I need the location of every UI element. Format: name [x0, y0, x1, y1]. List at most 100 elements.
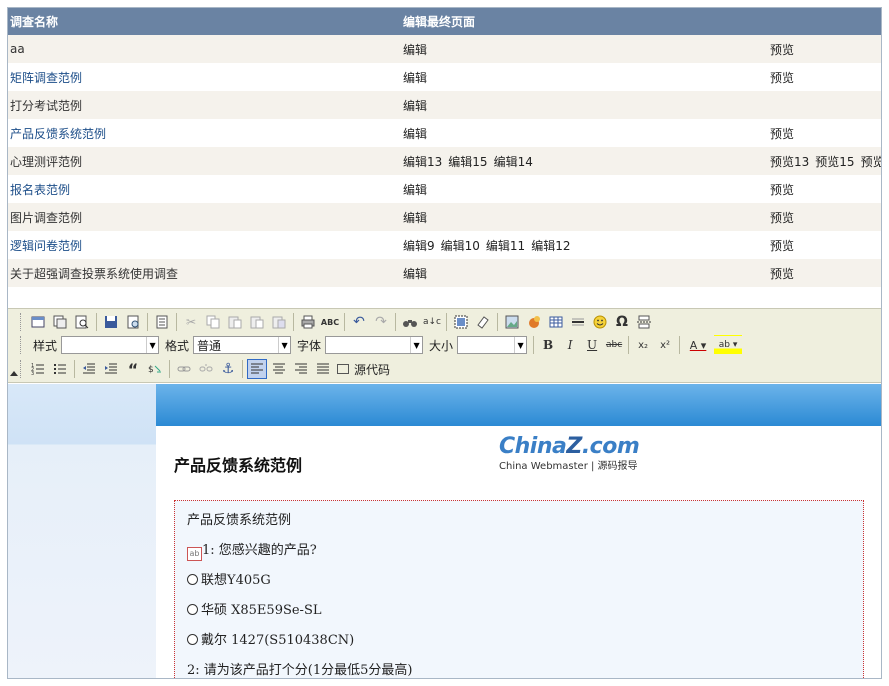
- radio-button[interactable]: [187, 634, 198, 645]
- find-icon[interactable]: [400, 312, 420, 332]
- survey-name-link[interactable]: 图片调查范例: [10, 211, 82, 225]
- source-code-button[interactable]: 源代码: [334, 359, 393, 379]
- anchor-icon[interactable]: ⚓: [218, 359, 238, 379]
- align-justify-icon[interactable]: [313, 359, 333, 379]
- preview-link[interactable]: 预览: [770, 127, 794, 141]
- strikethrough-button[interactable]: abc: [604, 335, 624, 355]
- text-color-icon[interactable]: A ▾: [684, 335, 712, 355]
- italic-button[interactable]: I: [560, 335, 580, 355]
- align-right-icon[interactable]: [291, 359, 311, 379]
- edit-link[interactable]: 编辑: [403, 99, 427, 113]
- edit-link[interactable]: 编辑9: [403, 239, 435, 253]
- size-select[interactable]: ▼: [457, 336, 528, 354]
- flash-icon[interactable]: [524, 312, 544, 332]
- copy-icon[interactable]: [203, 312, 223, 332]
- edit-link[interactable]: 编辑13: [403, 155, 442, 169]
- option-2[interactable]: 华硕 X85E59Se-SL: [187, 599, 322, 618]
- survey-name-link[interactable]: 心理测评范例: [10, 155, 82, 169]
- select-all-icon[interactable]: [451, 312, 471, 332]
- save-icon[interactable]: [101, 312, 121, 332]
- spellcheck-icon[interactable]: ABC: [320, 312, 340, 332]
- toolbar-grip[interactable]: [20, 313, 23, 331]
- special-char-icon[interactable]: Ω: [612, 312, 632, 332]
- survey-name-link[interactable]: 矩阵调查范例: [10, 71, 82, 85]
- align-center-icon[interactable]: [269, 359, 289, 379]
- div-container-icon[interactable]: $: [145, 359, 165, 379]
- survey-name-link[interactable]: 逻辑问卷范例: [10, 239, 82, 253]
- page-break-icon[interactable]: [634, 312, 654, 332]
- survey-name-link[interactable]: aa: [10, 42, 25, 56]
- preview-link[interactable]: 预览: [770, 183, 794, 197]
- radio-button[interactable]: [187, 574, 198, 585]
- option-3[interactable]: 戴尔 1427(S510438CN): [187, 629, 354, 648]
- background-color-icon[interactable]: ab ▾: [714, 335, 743, 355]
- templates-icon[interactable]: [152, 312, 172, 332]
- unlink-icon[interactable]: [196, 359, 216, 379]
- editor-area[interactable]: 产品反馈系统范例 ChinaZ.com China Webmaster | 源码…: [8, 384, 881, 678]
- edit-link[interactable]: 编辑: [403, 267, 427, 281]
- preview-link[interactable]: 预览14: [861, 155, 881, 169]
- print-icon[interactable]: [298, 312, 318, 332]
- smiley-icon[interactable]: [590, 312, 610, 332]
- preview-link[interactable]: 预览: [770, 71, 794, 85]
- replace-icon[interactable]: a↓c: [422, 312, 442, 332]
- text-field-icon[interactable]: ab: [187, 547, 202, 561]
- edit-link[interactable]: 编辑11: [486, 239, 525, 253]
- chevron-down-icon[interactable]: ▼: [514, 337, 526, 353]
- preview-link[interactable]: 预览: [770, 211, 794, 225]
- font-select[interactable]: ▼: [325, 336, 424, 354]
- toolbar-grip[interactable]: [20, 336, 23, 354]
- indent-icon[interactable]: [101, 359, 121, 379]
- preview-link[interactable]: 预览: [770, 43, 794, 57]
- survey-name-link[interactable]: 产品反馈系统范例: [10, 127, 106, 141]
- toolbar-grip[interactable]: [20, 360, 23, 378]
- link-icon[interactable]: [174, 359, 194, 379]
- table-icon[interactable]: [546, 312, 566, 332]
- chevron-down-icon[interactable]: ▼: [278, 337, 290, 353]
- bold-button[interactable]: B: [538, 335, 558, 355]
- horizontal-rule-icon[interactable]: [568, 312, 588, 332]
- format-select[interactable]: 普通 ▼: [193, 336, 292, 354]
- paste-text-icon[interactable]: [247, 312, 267, 332]
- align-left-icon[interactable]: [247, 359, 267, 379]
- undo-icon[interactable]: ↶: [349, 312, 369, 332]
- preview-link[interactable]: 预览: [770, 239, 794, 253]
- edit-link[interactable]: 编辑: [403, 71, 427, 85]
- survey-name-link[interactable]: 报名表范例: [10, 183, 70, 197]
- collapse-toolbar-icon[interactable]: [10, 371, 18, 376]
- image-icon[interactable]: [502, 312, 522, 332]
- paste-word-icon[interactable]: [269, 312, 289, 332]
- source-view-icon[interactable]: [28, 312, 48, 332]
- radio-button[interactable]: [187, 604, 198, 615]
- edit-link[interactable]: 编辑14: [494, 155, 533, 169]
- preview-link[interactable]: 预览13: [770, 155, 809, 169]
- preview-link[interactable]: 预览15: [815, 155, 854, 169]
- remove-format-icon[interactable]: [473, 312, 493, 332]
- survey-form[interactable]: 产品反馈系统范例 ab 1: 您感兴趣的产品? 联想Y405G 华硕 X85E59…: [174, 500, 864, 678]
- chevron-down-icon[interactable]: ▼: [146, 337, 158, 353]
- underline-button[interactable]: U: [582, 335, 602, 355]
- chevron-down-icon[interactable]: ▼: [410, 337, 422, 353]
- bulleted-list-icon[interactable]: [50, 359, 70, 379]
- preview-link[interactable]: 预览: [770, 267, 794, 281]
- edit-link[interactable]: 编辑12: [531, 239, 570, 253]
- numbered-list-icon[interactable]: 123: [28, 359, 48, 379]
- outdent-icon[interactable]: [79, 359, 99, 379]
- cut-icon[interactable]: ✂: [181, 312, 201, 332]
- paste-icon[interactable]: [225, 312, 245, 332]
- save-template-icon[interactable]: [50, 312, 70, 332]
- edit-link[interactable]: 编辑15: [448, 155, 487, 169]
- blockquote-icon[interactable]: “: [123, 359, 143, 379]
- survey-name-link[interactable]: 打分考试范例: [10, 99, 82, 113]
- new-page-icon[interactable]: [123, 312, 143, 332]
- redo-icon[interactable]: ↷: [371, 312, 391, 332]
- edit-link[interactable]: 编辑: [403, 183, 427, 197]
- superscript-icon[interactable]: x²: [655, 335, 675, 355]
- edit-link[interactable]: 编辑: [403, 43, 427, 57]
- edit-link[interactable]: 编辑10: [441, 239, 480, 253]
- style-select[interactable]: ▼: [61, 336, 160, 354]
- edit-link[interactable]: 编辑: [403, 211, 427, 225]
- edit-link[interactable]: 编辑: [403, 127, 427, 141]
- survey-name-link[interactable]: 关于超强调查投票系统使用调查: [10, 267, 178, 281]
- preview-icon[interactable]: [72, 312, 92, 332]
